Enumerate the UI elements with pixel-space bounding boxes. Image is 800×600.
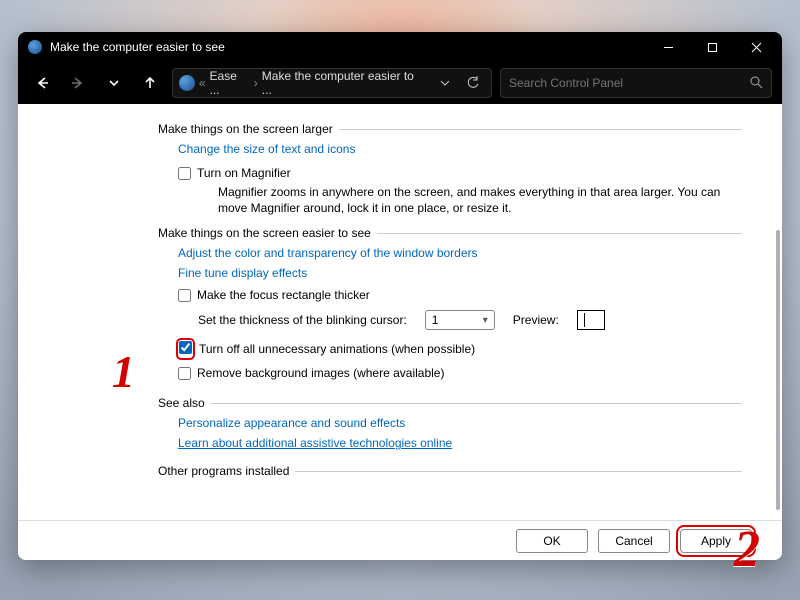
chevron-down-icon — [108, 77, 120, 89]
checkbox-turn-off-animations[interactable] — [179, 341, 192, 354]
ok-button[interactable]: OK — [516, 529, 588, 553]
cursor-preview — [577, 310, 605, 330]
link-learn-assistive[interactable]: Learn about additional assistive technol… — [178, 436, 452, 450]
content-area: Make things on the screen larger Change … — [18, 104, 782, 560]
back-button[interactable] — [28, 69, 56, 97]
link-change-size[interactable]: Change the size of text and icons — [178, 142, 355, 156]
arrow-up-icon — [142, 75, 158, 91]
checkbox-focus-rectangle[interactable] — [178, 289, 191, 302]
refresh-icon — [466, 76, 480, 90]
cancel-button[interactable]: Cancel — [598, 529, 670, 553]
footer: OK Cancel Apply — [18, 520, 782, 560]
apply-button[interactable]: Apply — [680, 529, 752, 553]
address-bar[interactable]: « Ease ... › Make the computer easier to… — [172, 68, 492, 98]
cursor-thickness-combo[interactable]: 1 ▾ — [425, 310, 495, 330]
scrollbar[interactable] — [774, 110, 780, 514]
section-header-larger: Make things on the screen larger — [158, 122, 742, 136]
section-header-easier: Make things on the screen easier to see — [158, 226, 742, 240]
forward-button[interactable] — [64, 69, 92, 97]
window-title: Make the computer easier to see — [50, 40, 646, 54]
annotation-highlight-1 — [178, 340, 193, 358]
search-box[interactable] — [500, 68, 772, 98]
navbar: « Ease ... › Make the computer easier to… — [18, 62, 782, 104]
checkbox-remove-background[interactable] — [178, 367, 191, 380]
chevron-down-icon — [440, 78, 450, 88]
chevron-down-icon: ▾ — [483, 315, 488, 326]
control-panel-icon — [179, 75, 195, 91]
link-fine-tune[interactable]: Fine tune display effects — [178, 266, 307, 280]
checkbox-label: Remove background images (where availabl… — [197, 366, 444, 380]
caret-icon — [584, 313, 585, 327]
close-icon — [751, 42, 762, 53]
breadcrumb-sep: › — [254, 76, 258, 90]
scrollbar-thumb[interactable] — [776, 230, 780, 510]
window: Make the computer easier to see « Ease .… — [18, 32, 782, 560]
arrow-right-icon — [70, 75, 86, 91]
section-header-other: Other programs installed — [158, 464, 742, 478]
app-icon — [28, 40, 42, 54]
section-header-seealso: See also — [158, 396, 742, 410]
preview-label: Preview: — [513, 313, 559, 327]
up-button[interactable] — [136, 69, 164, 97]
search-input[interactable] — [509, 76, 749, 90]
recent-button[interactable] — [100, 69, 128, 97]
link-window-borders[interactable]: Adjust the color and transparency of the… — [178, 246, 478, 260]
checkbox-label: Make the focus rectangle thicker — [197, 288, 370, 302]
maximize-icon — [707, 42, 718, 53]
breadcrumb-sep: « — [199, 76, 206, 90]
refresh-button[interactable] — [461, 76, 485, 90]
minimize-icon — [663, 42, 674, 53]
search-icon — [749, 75, 763, 92]
arrow-left-icon — [34, 75, 50, 91]
checkbox-label: Turn on Magnifier — [197, 166, 291, 180]
address-dropdown[interactable] — [433, 78, 457, 88]
cursor-thickness-label: Set the thickness of the blinking cursor… — [198, 313, 407, 327]
checkbox-label: Turn off all unnecessary animations (whe… — [199, 342, 475, 356]
maximize-button[interactable] — [690, 32, 734, 62]
checkbox-magnifier[interactable] — [178, 167, 191, 180]
magnifier-description: Magnifier zooms in anywhere on the scree… — [218, 184, 738, 216]
breadcrumb-item[interactable]: Ease ... — [210, 69, 250, 97]
breadcrumb-item[interactable]: Make the computer easier to ... — [262, 69, 426, 97]
link-personalize[interactable]: Personalize appearance and sound effects — [178, 416, 405, 430]
combo-value: 1 — [432, 313, 439, 327]
close-button[interactable] — [734, 32, 778, 62]
minimize-button[interactable] — [646, 32, 690, 62]
titlebar: Make the computer easier to see — [18, 32, 782, 62]
